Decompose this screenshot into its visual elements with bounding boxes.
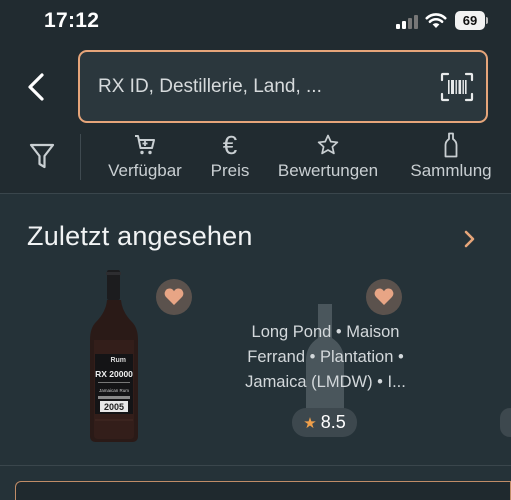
back-arrow-icon[interactable] xyxy=(22,70,52,104)
bottom-card[interactable] xyxy=(15,481,511,500)
cart-icon xyxy=(135,135,155,155)
star-outline-icon xyxy=(317,134,339,155)
favorite-button-1[interactable] xyxy=(156,279,192,315)
section-title-recently-viewed: Zuletzt angesehen xyxy=(27,221,253,251)
filter-verfuegbar[interactable]: Verfügbar xyxy=(102,131,188,181)
bottle-year-label: 2005 xyxy=(104,402,124,412)
cellular-signal-icon xyxy=(396,14,418,29)
euro-icon: € xyxy=(222,130,238,160)
barcode-scanner-icon[interactable] xyxy=(440,72,474,102)
rating-badge: ★ 8.5 xyxy=(292,408,357,437)
search-input[interactable] xyxy=(98,72,418,102)
filter-label-sammlung: Sammlung xyxy=(410,161,492,180)
heart-icon xyxy=(374,288,394,305)
top-divider xyxy=(0,193,511,194)
status-time: 17:12 xyxy=(44,9,100,32)
rum-bottle-image: Rum RX 20000 Jamaican Rum 2005 xyxy=(90,270,138,442)
bottle-code-label: RX 20000 xyxy=(95,369,133,379)
battery-icon: 69 xyxy=(455,11,485,30)
battery-cap xyxy=(486,17,488,24)
filter-sammlung[interactable]: Sammlung xyxy=(404,131,498,181)
chevron-right-icon[interactable] xyxy=(462,229,478,249)
filter-divider xyxy=(80,134,81,180)
filter-label-bewertungen: Bewertungen xyxy=(277,161,379,180)
item-distilleries-text: Long Pond • Maison Ferrand • Plantation … xyxy=(245,323,406,391)
star-icon: ★ xyxy=(303,414,317,432)
wifi-icon xyxy=(425,13,447,28)
filter-bewertungen[interactable]: Bewertungen xyxy=(270,131,386,181)
filter-icon[interactable] xyxy=(28,141,56,171)
section-divider xyxy=(0,465,511,466)
filter-preis[interactable]: € Preis xyxy=(206,131,254,181)
heart-icon xyxy=(164,288,184,305)
bottle-sub-label: Jamaican Rum xyxy=(99,388,129,393)
next-item-peek xyxy=(500,408,511,437)
rating-value: 8.5 xyxy=(320,412,346,432)
filter-label-verfuegbar: Verfügbar xyxy=(108,161,182,180)
search-field[interactable] xyxy=(78,50,488,123)
favorite-button-2[interactable] xyxy=(366,279,402,315)
bottle-icon xyxy=(444,132,458,158)
bottle-brand-label: Rum xyxy=(110,357,126,364)
filter-label-preis: Preis xyxy=(210,161,250,180)
